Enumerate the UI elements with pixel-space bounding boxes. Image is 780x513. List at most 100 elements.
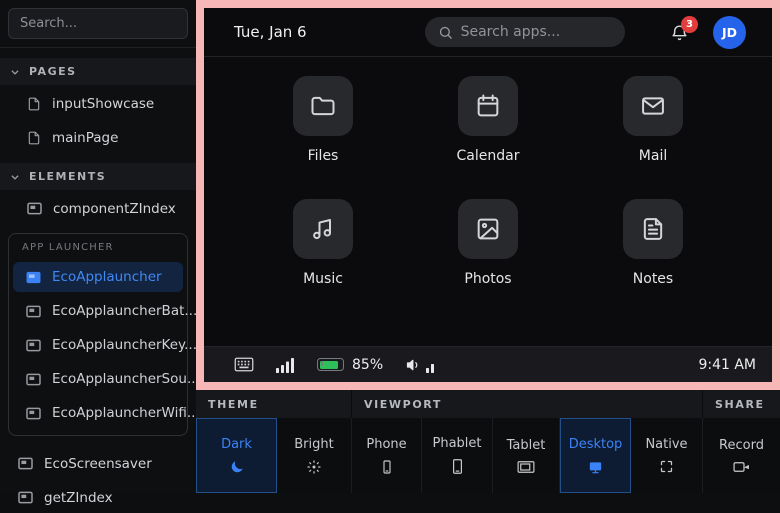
viewport-tablet-button[interactable]: Tablet bbox=[493, 418, 560, 493]
monitor-icon bbox=[587, 459, 604, 475]
sidebar-item-getzindex[interactable]: getZIndex bbox=[0, 482, 196, 513]
app-mail[interactable]: Mail bbox=[598, 76, 708, 164]
sidebar-item-label: EcoApplauncherBat... bbox=[52, 303, 197, 319]
sidebar-item-componentZIndex[interactable]: componentZIndex bbox=[0, 193, 196, 224]
app-label: Mail bbox=[639, 148, 667, 164]
app-label: Photos bbox=[464, 271, 511, 287]
sidebar-item-ecoscreensaver[interactable]: EcoScreensaver bbox=[0, 448, 196, 479]
sidebar-search-input[interactable] bbox=[8, 8, 188, 39]
video-camera-icon bbox=[733, 460, 750, 474]
button-label: Tablet bbox=[507, 438, 546, 453]
section-label: ELEMENTS bbox=[29, 170, 106, 183]
notification-badge: 3 bbox=[681, 16, 698, 33]
app-music[interactable]: Music bbox=[268, 199, 378, 287]
sun-icon bbox=[306, 459, 322, 475]
clock-label: 9:41 AM bbox=[698, 357, 756, 373]
battery-icon bbox=[317, 358, 344, 371]
component-icon bbox=[26, 373, 41, 386]
sidebar-item-label: inputShowcase bbox=[52, 96, 154, 112]
viewport-native-button[interactable]: Native bbox=[631, 418, 703, 493]
preview-toolbar: THEME VIEWPORT SHARE Dark Bright Phone bbox=[196, 390, 780, 493]
share-record-button[interactable]: Record bbox=[703, 418, 780, 493]
button-label: Desktop bbox=[569, 437, 623, 452]
app-label: Music bbox=[303, 271, 343, 287]
component-icon bbox=[27, 202, 42, 215]
notes-icon bbox=[623, 199, 683, 259]
app-label: Notes bbox=[633, 271, 673, 287]
tablet-icon bbox=[517, 460, 535, 474]
sidebar-search bbox=[0, 0, 196, 48]
button-label: Record bbox=[719, 438, 764, 453]
signal-strength-icon bbox=[276, 357, 295, 373]
app-label: Files bbox=[308, 148, 339, 164]
app-label: Calendar bbox=[457, 148, 520, 164]
sidebar-item-label: getZIndex bbox=[44, 490, 113, 506]
app-launcher-group: APP LAUNCHER EcoApplauncher EcoApplaunch… bbox=[8, 233, 188, 436]
viewport-desktop-button[interactable]: Desktop bbox=[560, 418, 631, 493]
component-icon bbox=[18, 457, 33, 470]
launcher-statusbar: 85% 9:41 AM bbox=[204, 346, 772, 382]
section-label: PAGES bbox=[29, 65, 77, 78]
app-search bbox=[425, 17, 625, 47]
component-icon bbox=[26, 271, 41, 284]
component-preview-frame: Tue, Jan 6 3 JD bbox=[196, 0, 780, 390]
theme-bright-button[interactable]: Bright bbox=[277, 418, 352, 493]
app-photos[interactable]: Photos bbox=[433, 199, 543, 287]
sidebar-item-inputShowcase[interactable]: inputShowcase bbox=[0, 88, 196, 119]
toolbar-section-viewport: VIEWPORT bbox=[352, 390, 703, 418]
section-label: SHARE bbox=[715, 398, 765, 411]
sidebar-item-label: EcoApplauncher bbox=[52, 269, 162, 285]
sidebar-item-label: EcoApplauncherKey... bbox=[52, 337, 197, 353]
viewport-phablet-button[interactable]: Phablet bbox=[422, 418, 493, 493]
toolbar-section-theme: THEME bbox=[196, 390, 352, 418]
app-grid: Files Calendar Mail bbox=[204, 57, 772, 346]
section-header-elements[interactable]: ELEMENTS bbox=[0, 163, 196, 190]
sidebar-item-label: EcoScreensaver bbox=[44, 456, 152, 472]
mini-signal-icon bbox=[426, 360, 437, 373]
sidebar-item-label: EcoApplauncherSou... bbox=[52, 371, 200, 387]
button-label: Native bbox=[645, 437, 687, 452]
section-label: VIEWPORT bbox=[364, 398, 442, 411]
sidebar-item-ecoapplaunchersou[interactable]: EcoApplauncherSou... bbox=[13, 364, 183, 394]
battery-percent: 85% bbox=[352, 357, 383, 373]
phone-icon bbox=[379, 459, 395, 475]
keyboard-icon bbox=[234, 357, 254, 372]
date-label: Tue, Jan 6 bbox=[234, 23, 307, 41]
component-icon bbox=[26, 339, 41, 352]
sidebar-item-ecoapplauncher[interactable]: EcoApplauncher bbox=[13, 262, 183, 292]
section-header-pages[interactable]: PAGES bbox=[0, 58, 196, 85]
button-label: Phone bbox=[366, 437, 406, 452]
file-icon bbox=[27, 97, 41, 111]
app-files[interactable]: Files bbox=[268, 76, 378, 164]
photos-icon bbox=[458, 199, 518, 259]
viewport-phone-button[interactable]: Phone bbox=[352, 418, 422, 493]
app-launcher-preview: Tue, Jan 6 3 JD bbox=[204, 8, 772, 382]
sidebar-item-label: componentZIndex bbox=[53, 201, 176, 217]
fullscreen-icon bbox=[659, 459, 674, 474]
sidebar-item-ecoapplauncherbat[interactable]: EcoApplauncherBat... bbox=[13, 296, 183, 326]
folder-icon bbox=[293, 76, 353, 136]
theme-dark-button[interactable]: Dark bbox=[196, 418, 277, 493]
sidebar-item-mainPage[interactable]: mainPage bbox=[0, 122, 196, 153]
sidebar-item-ecoapplauncherwifi[interactable]: EcoApplauncherWifi... bbox=[13, 398, 183, 428]
music-icon bbox=[293, 199, 353, 259]
app-search-input[interactable] bbox=[461, 24, 601, 40]
component-sidebar: PAGES inputShowcase mainPage ELEMENTS co… bbox=[0, 0, 196, 493]
button-label: Phablet bbox=[432, 436, 481, 451]
avatar[interactable]: JD bbox=[713, 16, 746, 49]
component-icon bbox=[26, 305, 41, 318]
phablet-icon bbox=[449, 458, 466, 475]
search-icon bbox=[438, 25, 453, 40]
mail-icon bbox=[623, 76, 683, 136]
component-icon bbox=[26, 407, 41, 420]
sidebar-item-label: EcoApplauncherWifi... bbox=[52, 405, 200, 421]
app-notes[interactable]: Notes bbox=[598, 199, 708, 287]
notifications-button[interactable]: 3 bbox=[670, 23, 689, 42]
file-icon bbox=[27, 131, 41, 145]
sidebar-item-ecoapplauncherkey[interactable]: EcoApplauncherKey... bbox=[13, 330, 183, 360]
app-calendar[interactable]: Calendar bbox=[433, 76, 543, 164]
speaker-icon bbox=[405, 357, 422, 373]
toolbar-section-share: SHARE bbox=[703, 390, 780, 418]
section-label: THEME bbox=[208, 398, 259, 411]
button-label: Dark bbox=[221, 437, 252, 452]
